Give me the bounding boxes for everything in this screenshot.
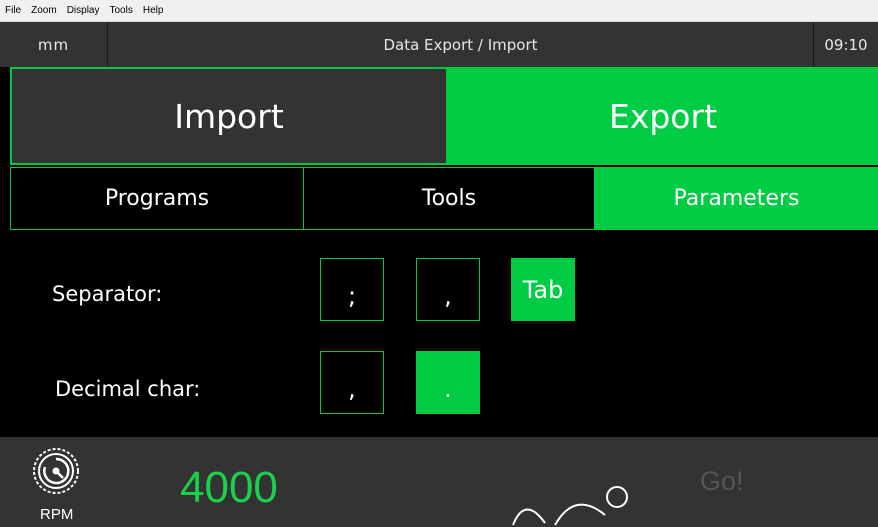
menu-display[interactable]: Display xyxy=(62,0,105,22)
decimal-point-label: . xyxy=(444,375,452,403)
separator-tab-label: Tab xyxy=(522,275,564,304)
go-button[interactable]: Go! xyxy=(700,466,744,497)
tab-tools[interactable]: Tools xyxy=(304,167,595,230)
separator-semicolon-button[interactable]: ; xyxy=(320,258,384,321)
rpm-value[interactable]: 4000 xyxy=(180,463,278,513)
tab-parameters[interactable]: Parameters xyxy=(595,167,878,230)
page-title: Data Export / Import xyxy=(383,35,538,54)
separator-comma-button[interactable]: , xyxy=(416,258,480,321)
spindle-speed-icon xyxy=(33,448,79,494)
separator-label: Separator: xyxy=(52,282,163,306)
separator-semicolon-label: ; xyxy=(347,282,357,310)
separator-tab-button[interactable]: Tab xyxy=(511,258,575,321)
menu-file[interactable]: File xyxy=(0,0,26,22)
header-bar: mm Data Export / Import 09:10 xyxy=(0,22,878,67)
clock: 09:10 xyxy=(813,22,878,67)
menu-tools[interactable]: Tools xyxy=(104,0,137,22)
menu-help[interactable]: Help xyxy=(138,0,169,22)
unit-indicator[interactable]: mm xyxy=(0,22,108,67)
separator-comma-label: , xyxy=(444,282,452,310)
decimal-char-label: Decimal char: xyxy=(55,377,201,401)
decimal-point-button[interactable]: . xyxy=(416,351,480,414)
menu-zoom[interactable]: Zoom xyxy=(26,0,62,22)
footer-bar: RPM 4000 Go! xyxy=(0,437,878,527)
import-tab[interactable]: Import xyxy=(10,67,448,165)
rpm-label: RPM xyxy=(40,506,74,523)
tab-programs[interactable]: Programs xyxy=(10,167,304,230)
export-tab[interactable]: Export xyxy=(448,67,878,165)
decimal-comma-label: , xyxy=(348,375,356,403)
decimal-comma-button[interactable]: , xyxy=(320,351,384,414)
watermark-graphic xyxy=(512,486,628,526)
menu-bar: File Zoom Display Tools Help xyxy=(0,0,878,22)
